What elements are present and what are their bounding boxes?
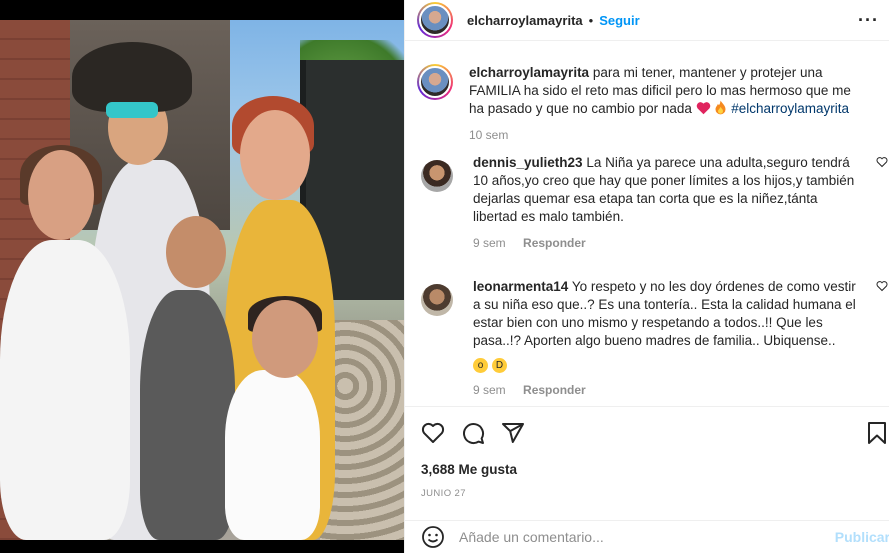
caption-row: elcharroylamayrita para mi tener, manten… — [405, 64, 889, 144]
comment-time[interactable]: 9 sem — [473, 383, 506, 397]
comment-bubble-icon[interactable] — [461, 421, 485, 445]
post-side-panel: elcharroylamayrita • Seguir ··· elcharro… — [404, 0, 889, 553]
author-username[interactable]: elcharroylamayrita — [467, 13, 583, 28]
comment-username[interactable]: leonarmenta14 — [473, 279, 568, 294]
likes-count[interactable]: 3,688 Me gusta — [421, 462, 517, 477]
caption-time[interactable]: 10 sem — [469, 128, 508, 142]
reply-button[interactable]: Responder — [523, 236, 586, 250]
post-header: elcharroylamayrita • Seguir ··· — [405, 0, 889, 41]
surprised-emoji: o — [473, 358, 488, 373]
post-date[interactable]: JUNIO 27 — [421, 488, 466, 499]
commenter-avatar[interactable] — [421, 160, 453, 192]
woman-head — [240, 110, 310, 200]
like-heart-icon[interactable] — [421, 421, 445, 445]
comment-input[interactable]: Añade un comentario... — [459, 529, 835, 545]
family-photo — [0, 20, 404, 540]
like-comment-icon[interactable] — [876, 280, 888, 292]
teen-girl-head — [28, 150, 94, 240]
emoji-row: oD — [473, 352, 865, 373]
comment-body: dennis_yulieth23 La Niña ya parece una a… — [473, 154, 865, 252]
separator-dot: • — [588, 12, 594, 28]
caption-username[interactable]: elcharroylamayrita — [469, 65, 589, 80]
red-heart-emoji — [696, 102, 710, 115]
boy-figure — [140, 290, 235, 540]
post-photo[interactable] — [0, 0, 404, 553]
comment-meta: 9 sem Responder — [473, 234, 865, 252]
action-bar — [405, 406, 889, 456]
fire-emoji — [715, 100, 726, 115]
caption-body: elcharroylamayrita para mi tener, manten… — [469, 64, 861, 144]
comment-meta: 9 sem Responder — [473, 381, 865, 399]
follow-button[interactable]: Seguir — [599, 13, 639, 28]
caption-avatar[interactable] — [417, 64, 453, 100]
author-avatar[interactable] — [417, 2, 453, 38]
share-send-icon[interactable] — [501, 421, 525, 445]
comment-row: dennis_yulieth23 La Niña ya parece una a… — [405, 154, 889, 252]
comment-body: leonarmenta14 Yo respeto y no les doy ór… — [473, 278, 865, 399]
commenter-avatar[interactable] — [421, 284, 453, 316]
caption-hashtag[interactable]: #elcharroylamayrita — [731, 101, 849, 116]
publish-button[interactable]: Publicar — [835, 529, 889, 545]
small-girl-figure — [225, 370, 320, 540]
emoji-picker-icon[interactable] — [421, 525, 445, 549]
save-bookmark-icon[interactable] — [867, 421, 887, 445]
reply-button[interactable]: Responder — [523, 383, 586, 397]
small-girl-head — [252, 300, 318, 378]
laughing-emoji: D — [492, 358, 507, 373]
sunglasses — [106, 102, 158, 118]
comment-composer: Añade un comentario... Publicar — [405, 520, 889, 553]
like-comment-icon[interactable] — [876, 156, 888, 168]
caption-meta: 10 sem — [469, 126, 861, 144]
comment-username[interactable]: dennis_yulieth23 — [473, 155, 583, 170]
comment-row: leonarmenta14 Yo respeto y no les doy ór… — [405, 278, 889, 399]
teen-girl-figure — [0, 240, 130, 540]
more-options-icon[interactable]: ··· — [858, 10, 879, 31]
comment-time[interactable]: 9 sem — [473, 236, 506, 250]
comments-list[interactable]: elcharroylamayrita para mi tener, manten… — [405, 52, 889, 406]
boy-head — [166, 216, 226, 288]
